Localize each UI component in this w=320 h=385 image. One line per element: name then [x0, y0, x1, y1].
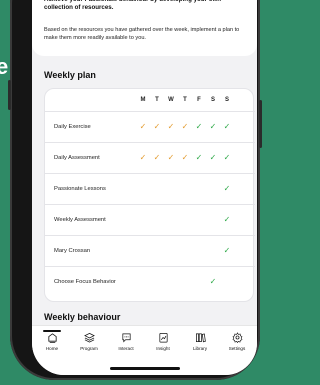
intro-heading: Achieve your Passionate behaviour by dev… — [44, 0, 221, 11]
tab-interact[interactable]: Interact — [108, 332, 144, 351]
power-button — [259, 100, 262, 148]
check-icon-sun: ✓ — [223, 246, 231, 255]
background-letter: e — [0, 54, 9, 79]
check-icon-tue: ✓ — [153, 122, 161, 131]
intro-body: Based on the resources you have gathered… — [44, 27, 240, 41]
tab-program[interactable]: Program — [71, 332, 107, 351]
check-icon-wed: ✓ — [167, 153, 175, 162]
check-icon-thu: ✓ — [181, 153, 189, 162]
home-indicator — [110, 367, 180, 370]
plan-row-weekly-assessment[interactable]: Weekly Assessment ✓ — [45, 204, 255, 235]
tab-library[interactable]: Library — [182, 332, 218, 351]
tab-settings[interactable]: Settings — [219, 332, 255, 351]
background-headline-fragment: e — [0, 56, 8, 78]
home-icon — [47, 333, 57, 343]
active-tab-indicator — [43, 330, 61, 332]
plan-row-mary-crossan[interactable]: Mary Crossan ✓ — [45, 235, 255, 266]
plan-row-label: Choose Focus Behavior — [54, 279, 116, 285]
check-icon-sun: ✓ — [223, 122, 231, 131]
tab-label: Insight — [156, 346, 170, 351]
chat-icon — [121, 333, 131, 343]
check-icon-fri: ✓ — [195, 153, 203, 162]
tab-label: Library — [192, 346, 208, 351]
tab-label: Interact — [118, 346, 134, 351]
weekly-plan-title: Weekly plan — [44, 70, 96, 80]
intro-card: Achieve your Passionate behaviour by dev… — [32, 0, 257, 56]
check-icon-sat: ✓ — [209, 122, 217, 131]
check-icon-sat: ✓ — [209, 277, 217, 286]
tab-home[interactable]: Home — [34, 332, 70, 351]
day-header-sun: S — [224, 97, 229, 103]
check-icon-sat: ✓ — [209, 153, 217, 162]
check-icon-sun: ✓ — [223, 215, 231, 224]
check-icon-fri: ✓ — [195, 122, 203, 131]
tab-label: Program — [80, 346, 98, 351]
check-icon-mon: ✓ — [139, 122, 147, 131]
books-icon — [195, 333, 206, 343]
tab-label: Settings — [228, 346, 246, 351]
plan-row-label: Daily Exercise — [54, 124, 91, 130]
plan-row-passionate-lessons[interactable]: Passionate Lessons ✓ — [45, 173, 255, 204]
weekly-behaviour-title: Weekly behaviour — [44, 312, 121, 322]
layers-icon — [83, 332, 95, 343]
plan-row-label: Passionate Lessons — [54, 186, 106, 192]
gear-icon — [232, 332, 242, 343]
plan-row-choose-focus-behavior[interactable]: Choose Focus Behavior ✓ — [45, 266, 255, 297]
day-header-tue: T — [155, 97, 159, 103]
day-header-fri: F — [197, 97, 201, 103]
day-header-mon: M — [140, 97, 146, 103]
plan-row-daily-exercise[interactable]: Daily Exercise ✓ ✓ ✓ ✓ ✓ ✓ ✓ — [45, 111, 255, 142]
tab-insight[interactable]: Insight — [145, 332, 181, 351]
volume-button — [8, 80, 11, 110]
day-header-sat: S — [210, 97, 215, 103]
plan-row-label: Daily Assessment — [54, 155, 100, 161]
day-header-wed: W — [168, 97, 174, 103]
check-icon-mon: ✓ — [139, 153, 147, 162]
day-header-thu: T — [183, 97, 187, 103]
check-icon-wed: ✓ — [167, 122, 175, 131]
plan-row-label: Mary Crossan — [54, 248, 91, 254]
weekly-plan-card: M T W T F S S Daily Exercise ✓ ✓ ✓ ✓ ✓ ✓ ✓ Dai… — [44, 88, 255, 302]
clipboard-chart-icon — [158, 333, 168, 343]
check-icon-thu: ✓ — [181, 122, 189, 131]
plan-row-daily-assessment[interactable]: Daily Assessment ✓ ✓ ✓ ✓ ✓ ✓ ✓ — [45, 142, 255, 173]
check-icon-tue: ✓ — [153, 153, 161, 162]
check-icon-sun: ✓ — [223, 153, 231, 162]
app-screen: Achieve your Passionate behaviour by dev… — [32, 0, 257, 375]
plan-row-label: Weekly Assessment — [54, 217, 106, 223]
check-icon-sun: ✓ — [223, 184, 231, 193]
tab-label: Home — [45, 346, 59, 351]
